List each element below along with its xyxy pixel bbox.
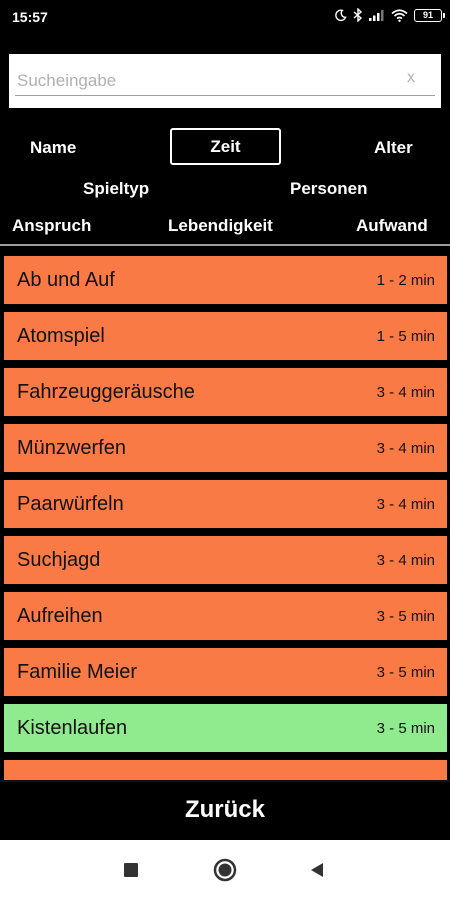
list-item[interactable]: Fahrzeuggeräusche 3 - 4 min (4, 368, 447, 416)
game-name: Suchjagd (17, 548, 101, 571)
game-time: 3 - 5 min (376, 663, 435, 681)
game-name: Aufreihen (17, 604, 103, 627)
game-time: 3 - 4 min (376, 551, 435, 569)
navigation-bar (0, 840, 450, 900)
battery-level: 91 (422, 9, 433, 20)
status-time: 15:57 (12, 9, 48, 25)
recents-square-icon[interactable] (119, 858, 143, 882)
back-button-label: Zurück (184, 796, 265, 823)
status-bar: 15:57 91 (0, 0, 450, 36)
game-name: Ab und Auf (17, 268, 115, 291)
game-name: Paarwürfeln (17, 492, 124, 515)
game-time: 3 - 4 min (376, 495, 435, 513)
sort-anspruch[interactable]: Anspruch (12, 216, 91, 236)
game-name: Fahrzeuggeräusche (17, 380, 195, 403)
game-name: Münzwerfen (17, 436, 126, 459)
sort-name[interactable]: Name (30, 138, 76, 158)
bluetooth-icon (353, 8, 363, 22)
game-list[interactable]: Ab und Auf 1 - 2 min Atomspiel 1 - 5 min… (0, 256, 450, 780)
game-time: 3 - 4 min (376, 383, 435, 401)
back-button[interactable]: Zurück (0, 780, 450, 838)
search-input[interactable] (15, 66, 435, 96)
back-triangle-icon[interactable] (305, 858, 329, 882)
signal-icon (369, 9, 385, 21)
sort-alter[interactable]: Alter (374, 138, 413, 158)
list-item[interactable]: Ab und Auf 1 - 2 min (4, 256, 447, 304)
status-icons: 91 (334, 8, 445, 22)
search-clear-button[interactable]: x (407, 69, 415, 87)
list-item[interactable]: Paarwürfeln 3 - 4 min (4, 480, 447, 528)
list-item[interactable]: Atomspiel 1 - 5 min (4, 312, 447, 360)
list-item[interactable]: Suchjagd 3 - 4 min (4, 536, 447, 584)
list-item-partial[interactable] (4, 760, 447, 780)
game-time: 3 - 4 min (376, 439, 435, 457)
sort-lebendigkeit[interactable]: Lebendigkeit (168, 216, 273, 236)
sort-zeit[interactable]: Zeit (170, 128, 281, 165)
list-item[interactable]: Familie Meier 3 - 5 min (4, 648, 447, 696)
divider (0, 244, 450, 246)
wifi-icon (391, 8, 408, 22)
game-name: Atomspiel (17, 324, 105, 347)
game-name: Familie Meier (17, 660, 138, 683)
game-time: 3 - 5 min (376, 719, 435, 737)
game-time: 3 - 5 min (376, 607, 435, 625)
home-circle-icon[interactable] (213, 858, 237, 882)
battery-icon: 91 (414, 8, 445, 22)
game-name: Kistenlaufen (17, 716, 128, 739)
sort-aufwand[interactable]: Aufwand (356, 216, 428, 236)
list-item[interactable]: Münzwerfen 3 - 4 min (4, 424, 447, 472)
sort-personen[interactable]: Personen (290, 179, 367, 199)
list-item[interactable]: Aufreihen 3 - 5 min (4, 592, 447, 640)
list-item-highlighted[interactable]: Kistenlaufen 3 - 5 min (4, 704, 447, 752)
sort-spieltyp[interactable]: Spieltyp (83, 179, 149, 199)
game-time: 1 - 2 min (376, 271, 435, 289)
game-time: 1 - 5 min (376, 327, 435, 345)
moon-icon (334, 9, 347, 22)
search-box: x (9, 54, 441, 108)
